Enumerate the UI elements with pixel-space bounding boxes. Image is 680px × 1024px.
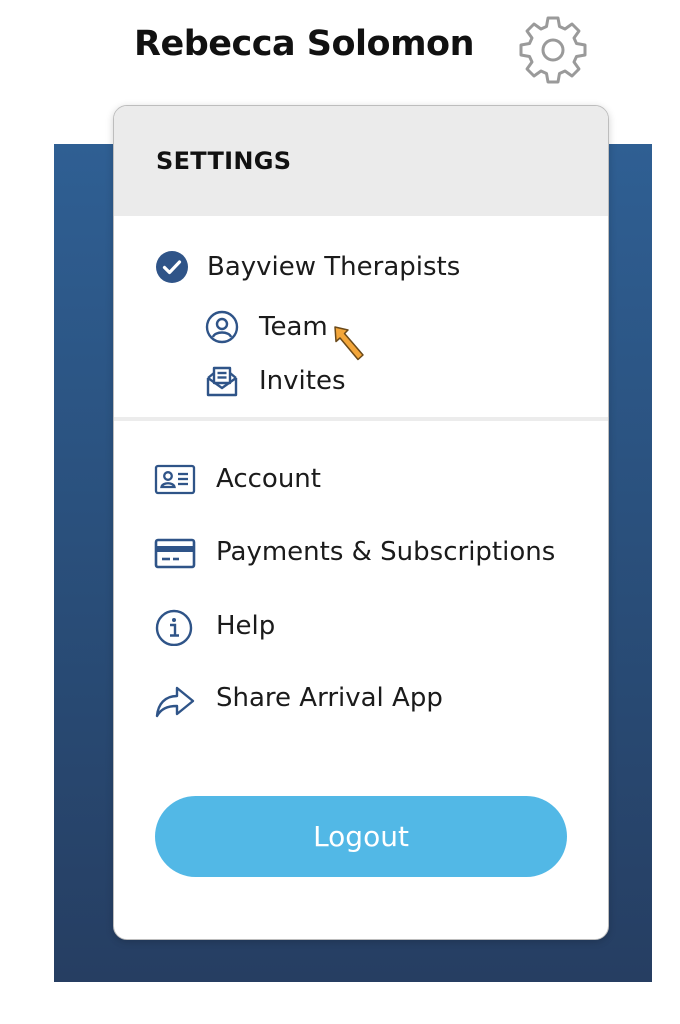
credit-card-icon <box>154 534 196 570</box>
logout-button[interactable]: Logout <box>155 796 567 877</box>
settings-menu-header: SETTINGS <box>114 106 608 216</box>
menu-divider <box>114 417 608 421</box>
payments-label: Payments & Subscriptions <box>216 537 556 567</box>
share-arrow-icon <box>154 678 196 718</box>
share-label: Share Arrival App <box>216 683 443 713</box>
user-circle-icon <box>204 309 240 345</box>
check-circle-icon <box>154 249 190 285</box>
info-circle-icon <box>154 606 196 646</box>
pointer-arrow-icon <box>330 322 370 366</box>
user-name: Rebecca Solomon <box>134 24 475 64</box>
menu-item-payments[interactable]: Payments & Subscriptions <box>154 534 555 570</box>
settings-menu: SETTINGS Bayview Therapists Team Invites… <box>113 105 609 940</box>
envelope-open-icon <box>204 363 240 399</box>
settings-title: SETTINGS <box>156 147 292 175</box>
menu-item-team[interactable]: Team <box>204 309 328 345</box>
menu-item-help[interactable]: Help <box>154 606 275 646</box>
gear-icon[interactable] <box>516 12 590 86</box>
id-card-icon <box>154 461 196 497</box>
help-label: Help <box>216 611 276 641</box>
invites-label: Invites <box>259 366 346 396</box>
menu-item-share[interactable]: Share Arrival App <box>154 678 443 718</box>
organization-label: Bayview Therapists <box>207 252 461 282</box>
account-label: Account <box>216 464 321 494</box>
team-label: Team <box>259 312 328 342</box>
organization-item-bayview[interactable]: Bayview Therapists <box>154 249 460 285</box>
menu-item-invites[interactable]: Invites <box>204 363 346 399</box>
menu-item-account[interactable]: Account <box>154 461 321 497</box>
